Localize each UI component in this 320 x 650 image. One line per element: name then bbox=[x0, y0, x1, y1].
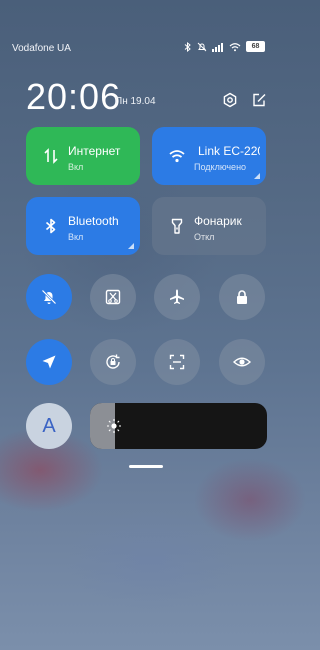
lock-icon bbox=[237, 290, 247, 304]
auto-brightness-button[interactable]: A bbox=[26, 403, 72, 449]
alarm-off-icon bbox=[197, 42, 207, 51]
date: Пн 19.04 bbox=[115, 96, 156, 107]
toggle-scanner[interactable] bbox=[154, 339, 200, 385]
settings-icon[interactable] bbox=[222, 92, 238, 108]
toggle-auto-rotate[interactable] bbox=[90, 339, 136, 385]
expand-corner-icon[interactable] bbox=[254, 173, 260, 179]
tile-label: Link EC-220 bbox=[198, 144, 260, 158]
tile-flashlight[interactable]: Фонарик Откл bbox=[152, 197, 266, 255]
tile-status: Подключено bbox=[194, 162, 247, 172]
tile-wifi[interactable]: Link EC-220 Подключено bbox=[152, 127, 266, 185]
flashlight-icon bbox=[171, 218, 183, 234]
toggle-mute[interactable] bbox=[26, 274, 72, 320]
bluetooth-icon bbox=[45, 218, 56, 234]
battery-indicator: 68 bbox=[246, 41, 265, 52]
location-icon bbox=[42, 355, 56, 369]
tile-status: Вкл bbox=[68, 162, 84, 172]
clock: 20:06 bbox=[26, 76, 122, 117]
toggle-lock[interactable] bbox=[219, 274, 265, 320]
tile-bluetooth[interactable]: Bluetooth Вкл bbox=[26, 197, 140, 255]
brightness-slider[interactable] bbox=[90, 403, 267, 449]
status-icons: 68 bbox=[184, 41, 265, 52]
toggle-airplane[interactable] bbox=[154, 274, 200, 320]
toggle-location[interactable] bbox=[26, 339, 72, 385]
tile-label: Фонарик bbox=[194, 214, 242, 228]
wifi-icon bbox=[169, 150, 185, 163]
bluetooth-status-icon bbox=[184, 41, 191, 52]
data-arrows-icon bbox=[44, 148, 58, 164]
scanner-icon bbox=[169, 354, 185, 370]
auto-rotate-icon bbox=[106, 354, 120, 369]
sun-icon bbox=[107, 419, 121, 433]
tile-status: Откл bbox=[194, 232, 215, 242]
expand-corner-icon[interactable] bbox=[128, 243, 134, 249]
panel-drag-handle[interactable] bbox=[129, 465, 163, 468]
toggle-reading-mode[interactable] bbox=[219, 339, 265, 385]
airplane-icon bbox=[170, 289, 184, 304]
eye-icon bbox=[232, 357, 252, 367]
carrier-name: Vodafone UA bbox=[12, 43, 71, 54]
wifi-status-icon bbox=[229, 42, 241, 51]
signal-icon bbox=[212, 42, 223, 52]
edit-icon[interactable] bbox=[251, 92, 267, 108]
tile-internet[interactable]: Интернет Вкл bbox=[26, 127, 140, 185]
tile-label: Bluetooth bbox=[68, 214, 119, 228]
tile-status: Вкл bbox=[68, 232, 84, 242]
toggle-screenshot[interactable] bbox=[90, 274, 136, 320]
mute-bell-icon bbox=[41, 289, 57, 305]
screenshot-icon bbox=[105, 289, 121, 305]
tile-label: Интернет bbox=[68, 144, 121, 158]
